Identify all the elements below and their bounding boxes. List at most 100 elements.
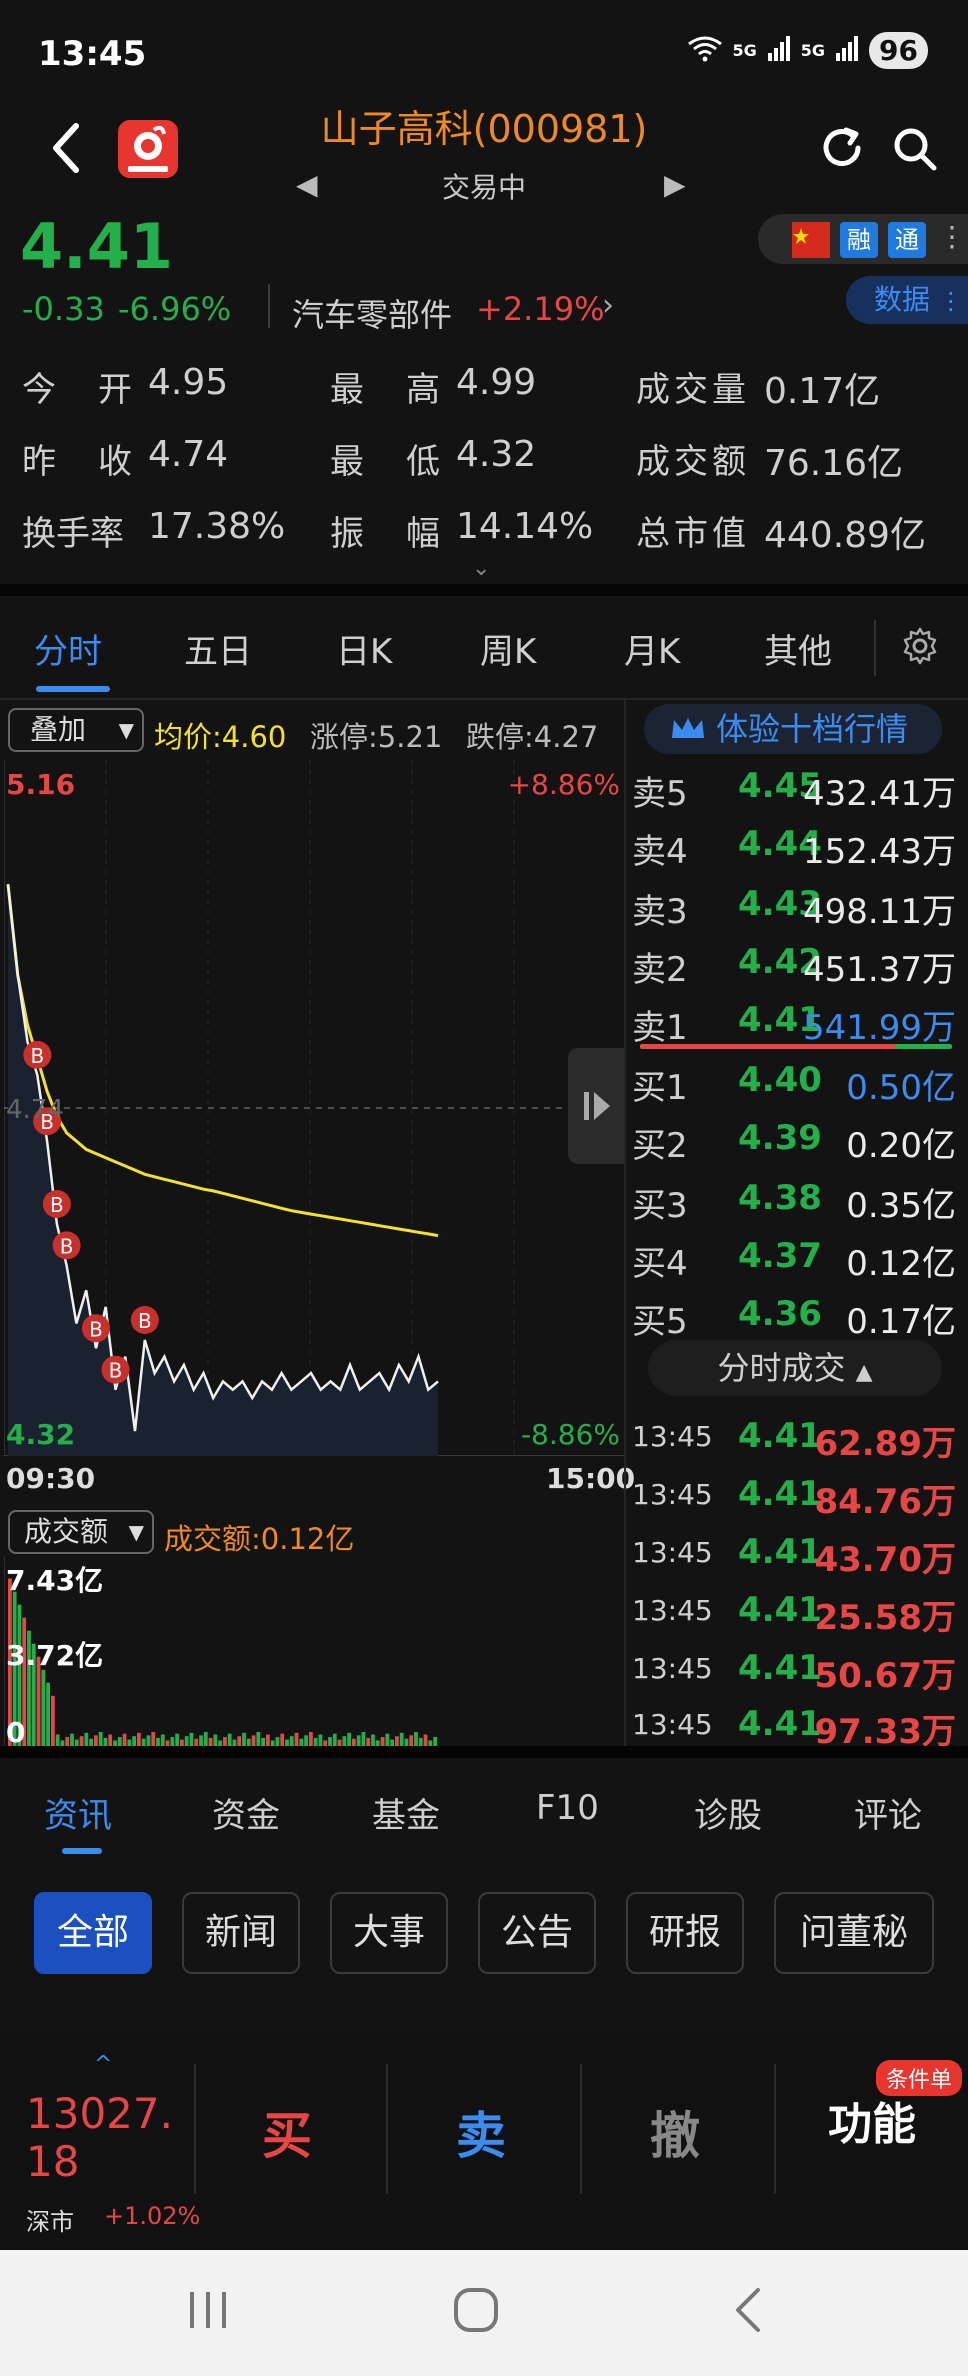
buy-marker[interactable]: B [81, 1314, 110, 1343]
tab-five-day[interactable]: 五日 [184, 624, 252, 673]
tab-news[interactable]: 资讯 [44, 1788, 112, 1837]
chip-news[interactable]: 新闻 [182, 1892, 300, 1974]
tick-volume: 25.58万 [814, 1598, 956, 1638]
level10-upgrade-button[interactable]: 体验十档行情 [644, 704, 942, 754]
connect-badge: 通 [888, 222, 926, 258]
status-icons: 5G 5G 96 [687, 32, 928, 69]
bid-row[interactable]: 买4 4.37 0.12亿 [632, 1226, 962, 1284]
volume-bar [399, 1732, 404, 1746]
volume-bar [199, 1735, 203, 1746]
chevron-right-icon[interactable]: › [602, 288, 614, 323]
buy-marker[interactable]: B [101, 1355, 130, 1384]
tab-daily-k[interactable]: 日K [336, 624, 392, 673]
bid-price: 4.36 [738, 1294, 822, 1334]
sector-change: +2.19% [476, 290, 605, 328]
volume-bar [418, 1737, 423, 1746]
next-stock-icon[interactable]: ▶ [664, 168, 686, 201]
volume-bar [294, 1732, 299, 1746]
sector-name[interactable]: 汽车零部件 [292, 290, 452, 336]
tick-trades-toggle[interactable]: 分时成交 ▲ [648, 1340, 942, 1396]
bid-row[interactable]: 买3 4.38 0.35亿 [632, 1168, 962, 1226]
search-button[interactable] [890, 124, 938, 172]
bid-row[interactable]: 买1 4.40 0.50亿 [632, 1050, 962, 1108]
ask-row[interactable]: 卖1 4.41 541.99万 [632, 990, 962, 1048]
volume-bar [342, 1736, 347, 1746]
chip-research[interactable]: 研报 [626, 1892, 744, 1974]
tick-row: 13:45 4.41 84.76万 [632, 1462, 962, 1522]
volume-bar [237, 1736, 242, 1746]
buy-marker[interactable]: B [42, 1190, 71, 1218]
buy-marker[interactable]: B [23, 1040, 52, 1069]
chart-settings-button[interactable] [900, 626, 940, 666]
svg-text:B: B [30, 1044, 44, 1068]
bid-label: 买2 [632, 1126, 688, 1166]
tab-diagnosis[interactable]: 诊股 [694, 1788, 762, 1837]
chip-ask-secretary[interactable]: 问董秘 [774, 1892, 934, 1974]
refresh-button[interactable] [818, 124, 866, 172]
refresh-icon [823, 127, 861, 166]
data-button[interactable]: 数据 ⋮ [846, 276, 968, 324]
divider [624, 700, 626, 1746]
recent-apps-icon[interactable] [184, 2288, 232, 2332]
tick-row: 13:45 4.41 43.70万 [632, 1520, 962, 1580]
crown-icon [672, 718, 704, 738]
ask-row[interactable]: 卖4 4.44 152.43万 [632, 814, 962, 872]
price-area [8, 884, 438, 1456]
tab-comments[interactable]: 评论 [854, 1788, 922, 1837]
volume-bar [223, 1737, 227, 1746]
cancel-order-button[interactable]: 撤 [650, 2096, 700, 2168]
volume-bar [175, 1733, 179, 1746]
volume-bar [65, 1737, 70, 1746]
volume-bar [227, 1733, 232, 1746]
ask-row[interactable]: 卖3 4.43 498.11万 [632, 874, 962, 932]
volume-bar [275, 1737, 280, 1746]
overlay-dropdown[interactable]: 叠加 ▼ [8, 708, 144, 752]
ask-row[interactable]: 卖2 4.42 451.37万 [632, 932, 962, 990]
volume-bar [70, 1733, 74, 1746]
tab-intraday[interactable]: 分时 [34, 624, 102, 673]
index-value[interactable]: 13027.18 [26, 2090, 186, 2186]
volume-bar [409, 1735, 414, 1746]
buy-marker[interactable]: B [52, 1231, 81, 1260]
y-max-label: 5.16 [6, 768, 75, 801]
sell-button[interactable]: 卖 [456, 2096, 506, 2168]
divider [194, 2064, 196, 2194]
tab-fund-holdings[interactable]: 基金 [372, 1788, 440, 1837]
chip-all[interactable]: 全部 [34, 1892, 152, 1974]
volume-bar [332, 1733, 337, 1746]
ask-label: 卖1 [632, 1008, 688, 1048]
tab-f10[interactable]: F10 [536, 1788, 599, 1828]
intraday-chart[interactable]: BBBBBBB 5.16 4.32 4.74 +8.86% -8.86% [4, 760, 624, 1456]
nav-back-icon[interactable] [730, 2286, 766, 2334]
tick-row: 13:45 4.41 62.89万 [632, 1404, 962, 1464]
chip-announcements[interactable]: 公告 [478, 1892, 596, 1974]
stat-label: 今 开 [22, 370, 136, 410]
chip-events[interactable]: 大事 [330, 1892, 448, 1974]
conditional-order-badge: 条件单 [876, 2060, 963, 2096]
volume-bar [380, 1737, 385, 1746]
bid-row[interactable]: 买2 4.39 0.20亿 [632, 1108, 962, 1166]
tab-weekly-k[interactable]: 周K [480, 624, 536, 673]
chevron-up-icon[interactable]: ^ [94, 2052, 112, 2077]
tick-row: 13:45 4.41 50.67万 [632, 1636, 962, 1696]
tick-time: 13:45 [632, 1708, 713, 1741]
volume-indicator-dropdown[interactable]: 成交额 ▼ [8, 1510, 154, 1554]
tab-funds[interactable]: 资金 [212, 1788, 280, 1837]
ask-label: 卖4 [632, 832, 688, 872]
ask-row[interactable]: 卖5 4.45 432.41万 [632, 756, 962, 814]
china-flag-icon [792, 222, 830, 258]
volume-bar [208, 1737, 213, 1746]
tab-monthly-k[interactable]: 月K [624, 624, 680, 673]
buy-marker[interactable]: B [130, 1306, 159, 1334]
more-icon[interactable]: ⋮ [938, 220, 966, 253]
buy-button[interactable]: 买 [262, 2096, 312, 2168]
home-icon[interactable] [452, 2286, 500, 2334]
function-button[interactable]: 功能 [828, 2088, 916, 2152]
stat-label: 总市值 [636, 514, 750, 554]
collapse-panel-button[interactable] [568, 1048, 624, 1164]
bid-row[interactable]: 买5 4.36 0.17亿 [632, 1284, 962, 1342]
tab-other[interactable]: 其他 [764, 624, 832, 673]
stat-label: 振 幅 [330, 514, 444, 554]
chevron-down-icon[interactable]: ⌄ [472, 556, 490, 581]
volume-bar [423, 1734, 428, 1746]
